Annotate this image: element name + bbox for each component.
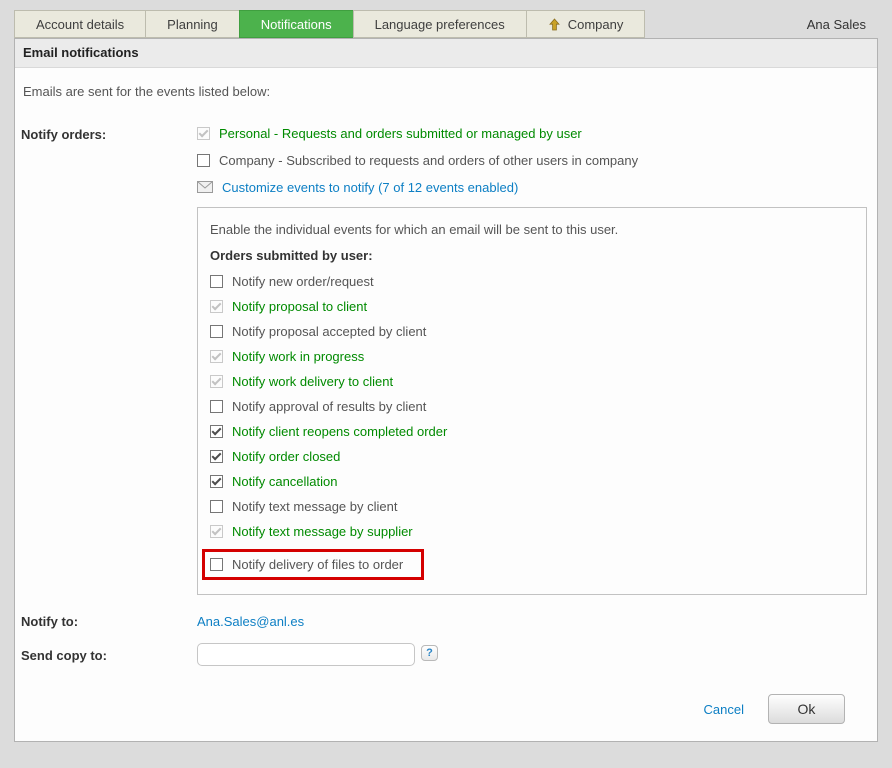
panel-content: Emails are sent for the events listed be… bbox=[15, 68, 877, 724]
customize-events-link[interactable]: Customize events to notify (7 of 12 even… bbox=[222, 180, 518, 195]
event-checkbox[interactable] bbox=[210, 425, 223, 438]
event-label: Notify client reopens completed order bbox=[232, 424, 447, 439]
event-label: Notify proposal accepted by client bbox=[232, 324, 426, 339]
event-row: Notify approval of results by client bbox=[210, 399, 854, 413]
event-label: Notify cancellation bbox=[232, 474, 338, 489]
notify-orders-label: Notify orders: bbox=[21, 126, 197, 595]
personal-option-label: Personal - Requests and orders submitted… bbox=[219, 126, 582, 141]
event-checkbox bbox=[210, 300, 223, 313]
event-row: Notify new order/request bbox=[210, 274, 854, 288]
event-row: Notify text message by supplier bbox=[210, 524, 854, 538]
event-label: Notify work in progress bbox=[232, 349, 364, 364]
email-notifications-panel: Email notifications Emails are sent for … bbox=[14, 38, 878, 742]
customize-events-row: Customize events to notify (7 of 12 even… bbox=[197, 180, 867, 194]
ok-button[interactable]: Ok bbox=[768, 694, 845, 724]
event-row: Notify proposal to client bbox=[210, 299, 854, 313]
company-option-row: Company - Subscribed to requests and ord… bbox=[197, 153, 867, 167]
event-checkbox[interactable] bbox=[210, 325, 223, 338]
event-label: Notify delivery of files to order bbox=[232, 557, 403, 572]
company-up-arrow-icon bbox=[548, 18, 561, 31]
events-box-intro: Enable the individual events for which a… bbox=[210, 222, 854, 237]
event-label: Notify order closed bbox=[232, 449, 340, 464]
intro-text: Emails are sent for the events listed be… bbox=[23, 84, 865, 99]
event-checkbox bbox=[210, 375, 223, 388]
tab-language-preferences[interactable]: Language preferences bbox=[353, 10, 527, 38]
tab-planning[interactable]: Planning bbox=[145, 10, 240, 38]
event-checkbox[interactable] bbox=[210, 275, 223, 288]
event-label: Notify approval of results by client bbox=[232, 399, 426, 414]
send-copy-label: Send copy to: bbox=[21, 647, 197, 663]
tab-company[interactable]: Company bbox=[526, 10, 646, 38]
panel-title: Email notifications bbox=[15, 39, 877, 68]
company-option-label: Company - Subscribed to requests and ord… bbox=[219, 153, 638, 168]
event-label: Notify text message by supplier bbox=[232, 524, 413, 539]
event-label: Notify work delivery to client bbox=[232, 374, 393, 389]
notify-orders-field: Personal - Requests and orders submitted… bbox=[197, 126, 867, 595]
event-row: Notify work delivery to client bbox=[210, 374, 854, 388]
settings-screen: Account details Planning Notifications L… bbox=[0, 0, 892, 768]
events-group-label: Orders submitted by user: bbox=[210, 248, 854, 263]
notify-to-email-link[interactable]: Ana.Sales@anl.es bbox=[197, 614, 304, 629]
tab-company-label: Company bbox=[568, 11, 624, 38]
tab-account-details[interactable]: Account details bbox=[14, 10, 146, 38]
notify-to-label: Notify to: bbox=[21, 613, 197, 629]
send-copy-input[interactable] bbox=[197, 643, 415, 666]
personal-checkbox bbox=[197, 127, 210, 140]
event-label: Notify new order/request bbox=[232, 274, 374, 289]
event-row: Notify cancellation bbox=[210, 474, 854, 488]
event-checkbox[interactable] bbox=[210, 500, 223, 513]
footer-actions: Cancel Ok bbox=[21, 694, 865, 724]
notify-to-row: Notify to: Ana.Sales@anl.es bbox=[21, 613, 865, 629]
event-row: Notify client reopens completed order bbox=[210, 424, 854, 438]
event-label: Notify text message by client bbox=[232, 499, 397, 514]
cancel-link[interactable]: Cancel bbox=[704, 702, 744, 717]
notify-orders-row: Notify orders: Personal - Requests and o… bbox=[21, 126, 865, 595]
tab-bar: Account details Planning Notifications L… bbox=[14, 10, 878, 38]
send-copy-row: Send copy to: ? bbox=[21, 643, 865, 666]
highlighted-event-row: Notify delivery of files to order bbox=[202, 549, 424, 580]
event-row: Notify order closed bbox=[210, 449, 854, 463]
event-checkbox bbox=[210, 525, 223, 538]
events-box: Enable the individual events for which a… bbox=[197, 207, 867, 595]
personal-option-row: Personal - Requests and orders submitted… bbox=[197, 126, 867, 140]
event-checkbox bbox=[210, 350, 223, 363]
tab-notifications[interactable]: Notifications bbox=[239, 10, 354, 38]
company-checkbox[interactable] bbox=[197, 154, 210, 167]
event-checkbox[interactable] bbox=[210, 558, 223, 571]
event-row: Notify proposal accepted by client bbox=[210, 324, 854, 338]
event-label: Notify proposal to client bbox=[232, 299, 367, 314]
user-name: Ana Sales bbox=[807, 17, 878, 32]
envelope-icon bbox=[197, 181, 213, 193]
event-row: Notify work in progress bbox=[210, 349, 854, 363]
event-checkbox[interactable] bbox=[210, 400, 223, 413]
help-icon[interactable]: ? bbox=[421, 645, 438, 661]
event-row: Notify text message by client bbox=[210, 499, 854, 513]
event-checkbox[interactable] bbox=[210, 475, 223, 488]
event-checkbox[interactable] bbox=[210, 450, 223, 463]
